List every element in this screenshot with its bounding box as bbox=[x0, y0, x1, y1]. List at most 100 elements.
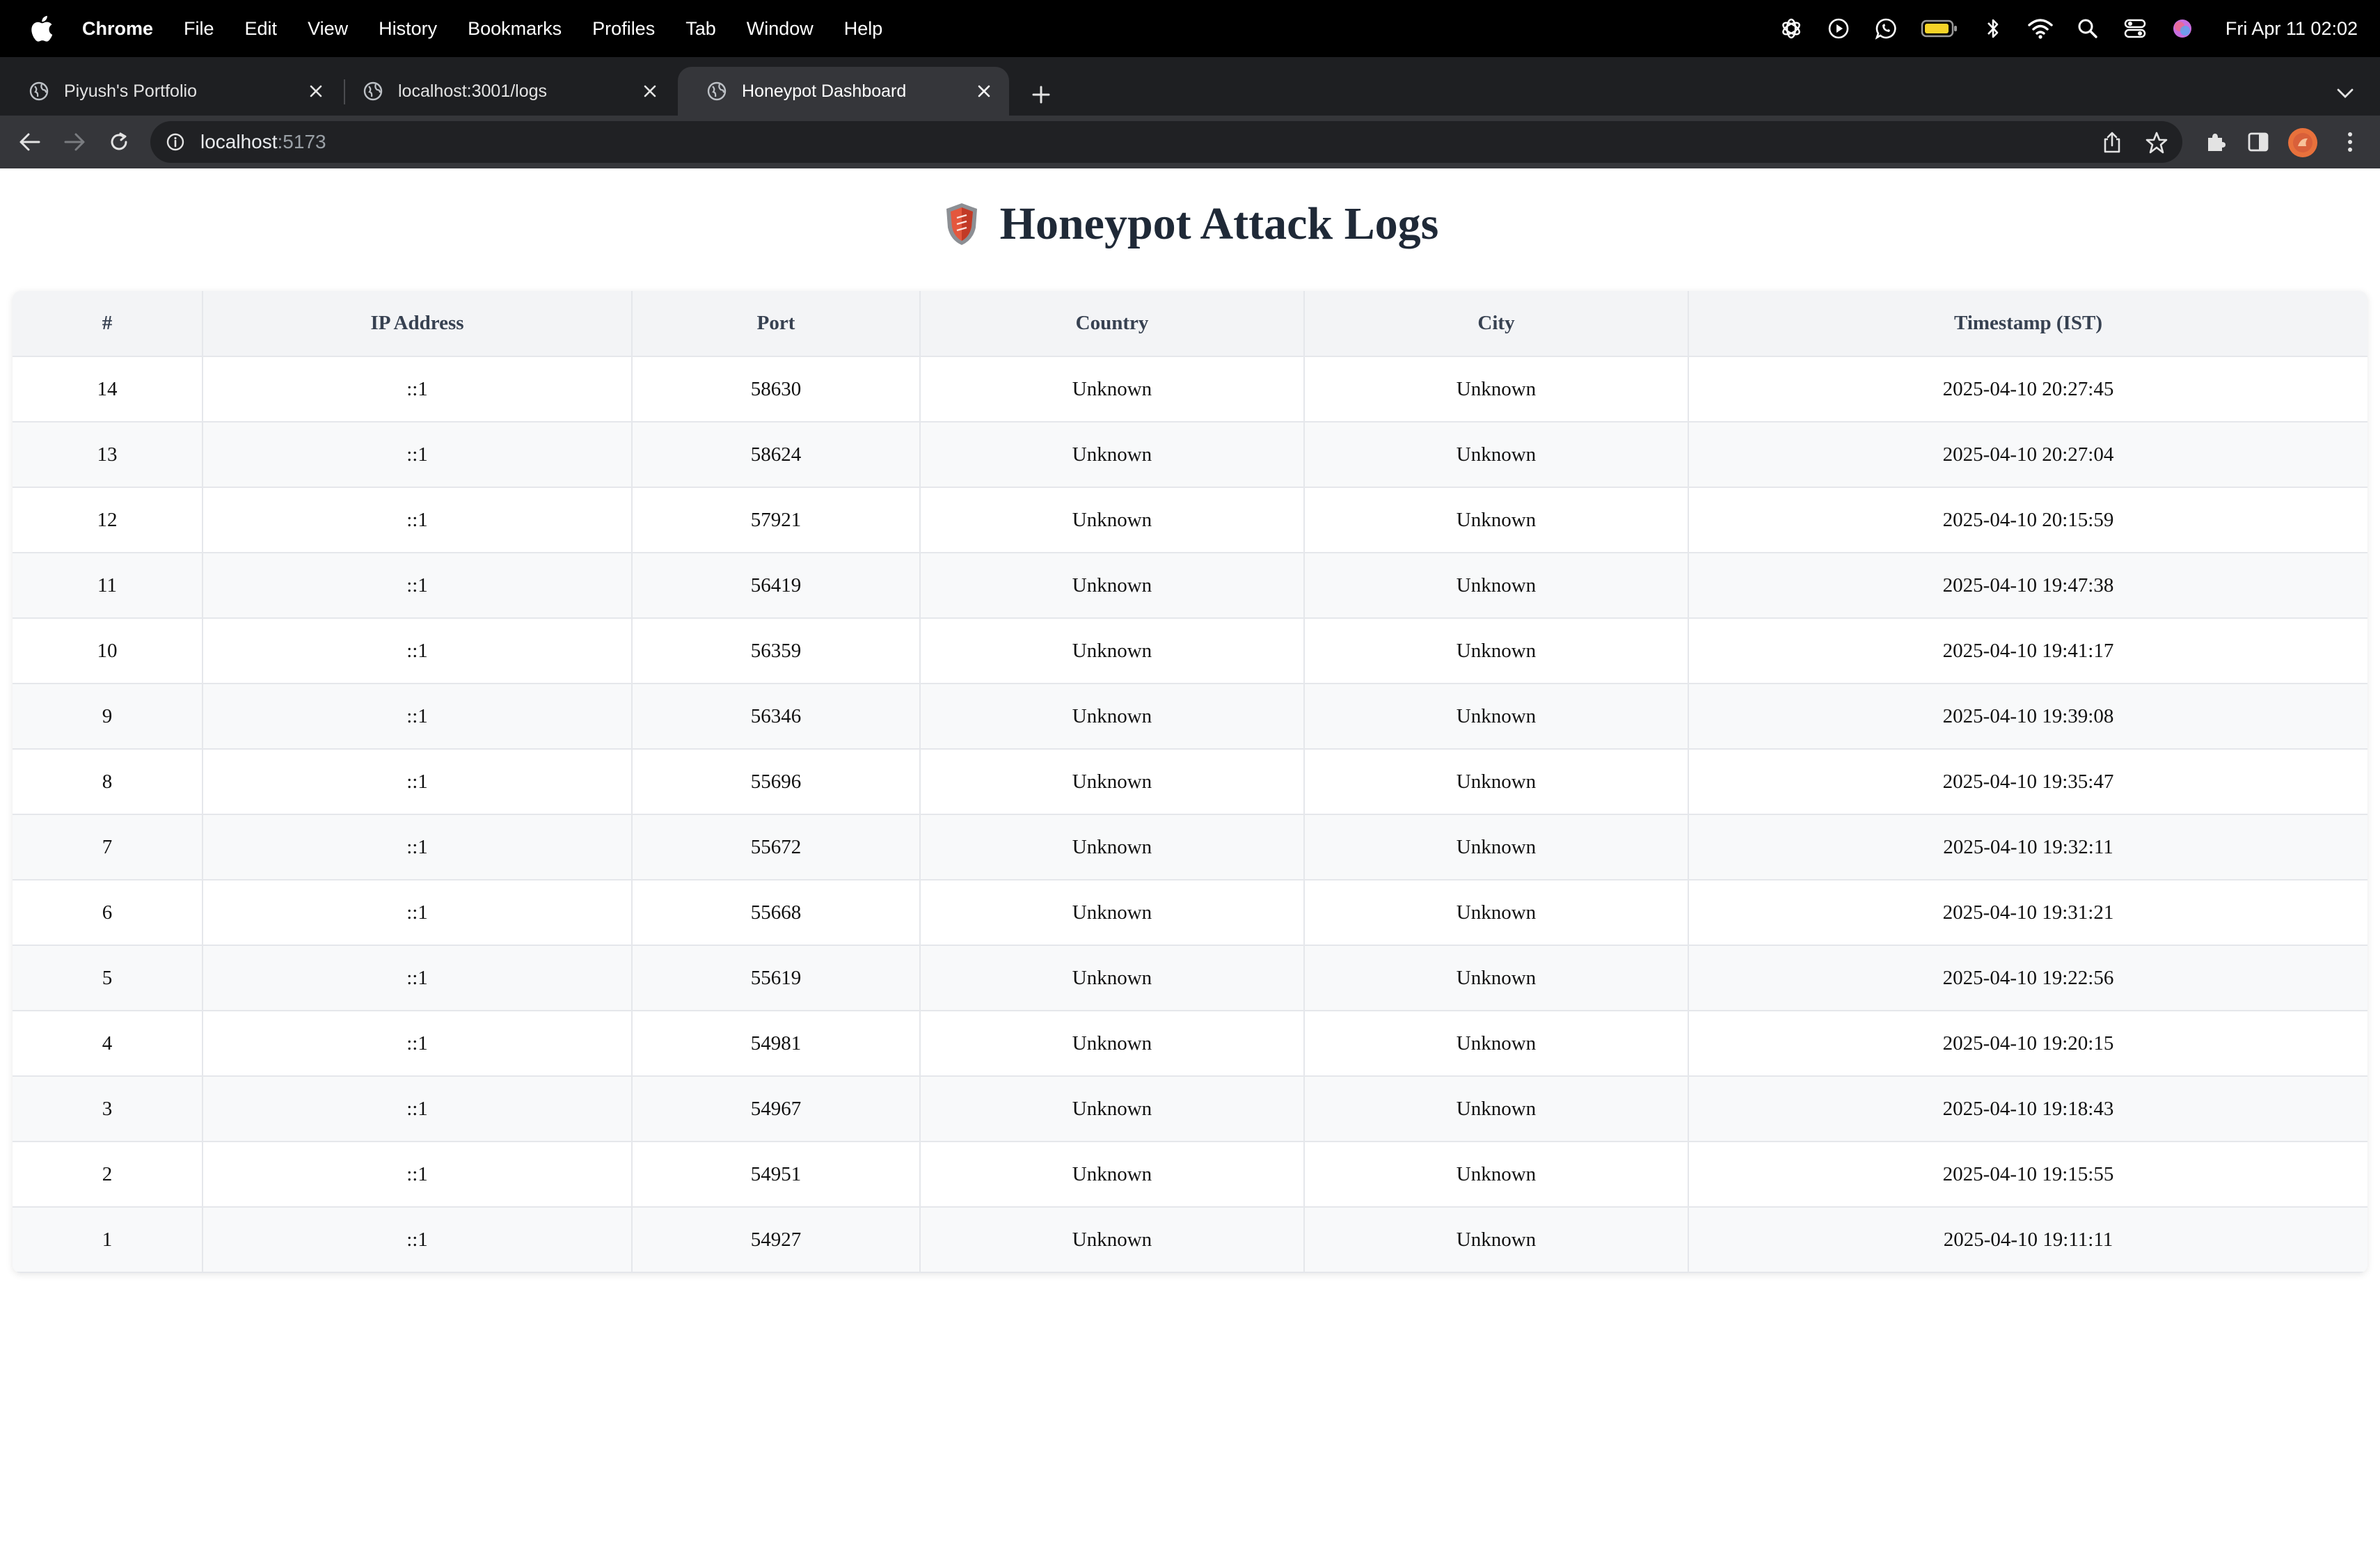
cell-timestamp: 2025-04-10 20:27:45 bbox=[1688, 356, 2367, 422]
close-icon[interactable] bbox=[303, 79, 328, 104]
cell-timestamp: 2025-04-10 19:11:11 bbox=[1688, 1207, 2367, 1273]
cell-country: Unknown bbox=[920, 553, 1305, 619]
cell-city: Unknown bbox=[1304, 945, 1689, 1011]
extensions-puzzle-icon[interactable] bbox=[2200, 127, 2230, 157]
cell-ip-address: ::1 bbox=[203, 814, 633, 880]
menu-app-name[interactable]: Chrome bbox=[82, 18, 153, 40]
menubar-clock[interactable]: Fri Apr 11 02:02 bbox=[2226, 18, 2358, 40]
url-text[interactable]: localhost:5173 bbox=[200, 131, 326, 153]
play-icon[interactable] bbox=[1826, 16, 1851, 41]
apple-logo-icon[interactable] bbox=[26, 13, 57, 44]
control-center-icon[interactable] bbox=[2123, 16, 2148, 41]
back-arrow-icon[interactable] bbox=[14, 126, 46, 158]
cell-index: 12 bbox=[13, 487, 203, 553]
cell-city: Unknown bbox=[1304, 356, 1689, 422]
battery-icon[interactable] bbox=[1921, 16, 1958, 41]
profile-avatar[interactable] bbox=[2288, 128, 2317, 157]
menu-tab[interactable]: Tab bbox=[685, 18, 716, 40]
column-header-index: # bbox=[13, 291, 203, 357]
siri-icon[interactable] bbox=[2170, 16, 2195, 41]
menu-file[interactable]: File bbox=[184, 18, 214, 40]
cell-timestamp: 2025-04-10 19:15:55 bbox=[1688, 1142, 2367, 1208]
table-row: 6::1 55668 Unknown Unknown 2025-04-10 19:31:… bbox=[13, 880, 2367, 946]
cell-country: Unknown bbox=[920, 618, 1305, 684]
more-options-kebab-icon[interactable] bbox=[2335, 127, 2365, 157]
bookmark-star-icon[interactable] bbox=[2143, 129, 2170, 156]
attack-logs-table: # IP Address Port Country City Timestamp… bbox=[13, 291, 2367, 1273]
site-info-icon[interactable] bbox=[164, 131, 187, 153]
cell-city: Unknown bbox=[1304, 1011, 1689, 1077]
cell-ip-address: ::1 bbox=[203, 1011, 633, 1077]
table-row: 5::1 55619 Unknown Unknown 2025-04-10 19:22:… bbox=[13, 945, 2367, 1011]
cell-port: 54927 bbox=[632, 1207, 921, 1273]
cell-country: Unknown bbox=[920, 1076, 1305, 1142]
url-port: :5173 bbox=[277, 131, 326, 152]
cell-port: 58624 bbox=[632, 422, 921, 488]
cell-index: 5 bbox=[13, 945, 203, 1011]
shield-icon bbox=[942, 200, 982, 248]
bluetooth-icon[interactable] bbox=[1981, 16, 2006, 41]
whatsapp-icon[interactable] bbox=[1873, 16, 1898, 41]
cell-city: Unknown bbox=[1304, 487, 1689, 553]
reload-icon[interactable] bbox=[103, 126, 135, 158]
menu-window[interactable]: Window bbox=[747, 18, 814, 40]
side-panel-icon[interactable] bbox=[2244, 127, 2273, 157]
menu-history[interactable]: History bbox=[379, 18, 437, 40]
spotlight-search-icon[interactable] bbox=[2075, 16, 2100, 41]
cell-index: 11 bbox=[13, 553, 203, 619]
column-header-port: Port bbox=[632, 291, 921, 357]
menu-profiles[interactable]: Profiles bbox=[592, 18, 655, 40]
cell-ip-address: ::1 bbox=[203, 945, 633, 1011]
share-icon[interactable] bbox=[2099, 129, 2125, 156]
cell-index: 6 bbox=[13, 880, 203, 946]
new-tab-plus-icon[interactable] bbox=[1023, 77, 1059, 113]
cell-ip-address: ::1 bbox=[203, 422, 633, 488]
cell-country: Unknown bbox=[920, 1011, 1305, 1077]
cell-port: 55668 bbox=[632, 880, 921, 946]
menu-help[interactable]: Help bbox=[844, 18, 883, 40]
cell-country: Unknown bbox=[920, 684, 1305, 750]
cell-timestamp: 2025-04-10 19:31:21 bbox=[1688, 880, 2367, 946]
cell-index: 1 bbox=[13, 1207, 203, 1273]
menu-bookmarks[interactable]: Bookmarks bbox=[468, 18, 562, 40]
table-row: 2::1 54951 Unknown Unknown 2025-04-10 19:15:… bbox=[13, 1142, 2367, 1208]
tab-localhost-logs[interactable]: localhost:3001/logs bbox=[334, 67, 675, 116]
close-icon[interactable] bbox=[637, 79, 663, 104]
column-header-city: City bbox=[1304, 291, 1689, 357]
tab-title: Piyush's Portfolio bbox=[64, 81, 197, 101]
tab-portfolio[interactable]: Piyush's Portfolio bbox=[0, 67, 341, 116]
page-title: Honeypot Attack Logs bbox=[0, 196, 2380, 252]
cell-timestamp: 2025-04-10 19:47:38 bbox=[1688, 553, 2367, 619]
cell-port: 55696 bbox=[632, 749, 921, 815]
tab-search-chevron-down-icon[interactable] bbox=[2331, 79, 2359, 107]
forward-arrow-icon[interactable] bbox=[58, 126, 90, 158]
cell-city: Unknown bbox=[1304, 749, 1689, 815]
cell-country: Unknown bbox=[920, 814, 1305, 880]
close-icon[interactable] bbox=[971, 79, 997, 104]
globe-icon bbox=[362, 80, 384, 102]
cell-timestamp: 2025-04-10 19:41:17 bbox=[1688, 618, 2367, 684]
cell-city: Unknown bbox=[1304, 553, 1689, 619]
tab-honeypot-dashboard[interactable]: Honeypot Dashboard bbox=[678, 67, 1009, 116]
cell-country: Unknown bbox=[920, 356, 1305, 422]
cell-port: 54951 bbox=[632, 1142, 921, 1208]
menu-view[interactable]: View bbox=[308, 18, 348, 40]
cell-country: Unknown bbox=[920, 880, 1305, 946]
address-bar[interactable]: localhost:5173 bbox=[150, 121, 2182, 163]
cell-index: 2 bbox=[13, 1142, 203, 1208]
cell-country: Unknown bbox=[920, 422, 1305, 488]
chatgpt-icon[interactable] bbox=[1779, 16, 1804, 41]
cell-city: Unknown bbox=[1304, 880, 1689, 946]
globe-icon bbox=[706, 80, 728, 102]
cell-index: 9 bbox=[13, 684, 203, 750]
cell-timestamp: 2025-04-10 19:35:47 bbox=[1688, 749, 2367, 815]
menu-edit[interactable]: Edit bbox=[245, 18, 278, 40]
cell-port: 55672 bbox=[632, 814, 921, 880]
cell-city: Unknown bbox=[1304, 422, 1689, 488]
wifi-icon[interactable] bbox=[2028, 16, 2053, 41]
table-row: 12::1 57921 Unknown Unknown 2025-04-10 20:15… bbox=[13, 487, 2367, 553]
cell-city: Unknown bbox=[1304, 1207, 1689, 1273]
column-header-country: Country bbox=[920, 291, 1305, 357]
table-row: 11::1 56419 Unknown Unknown 2025-04-10 19:47… bbox=[13, 553, 2367, 619]
cell-index: 14 bbox=[13, 356, 203, 422]
